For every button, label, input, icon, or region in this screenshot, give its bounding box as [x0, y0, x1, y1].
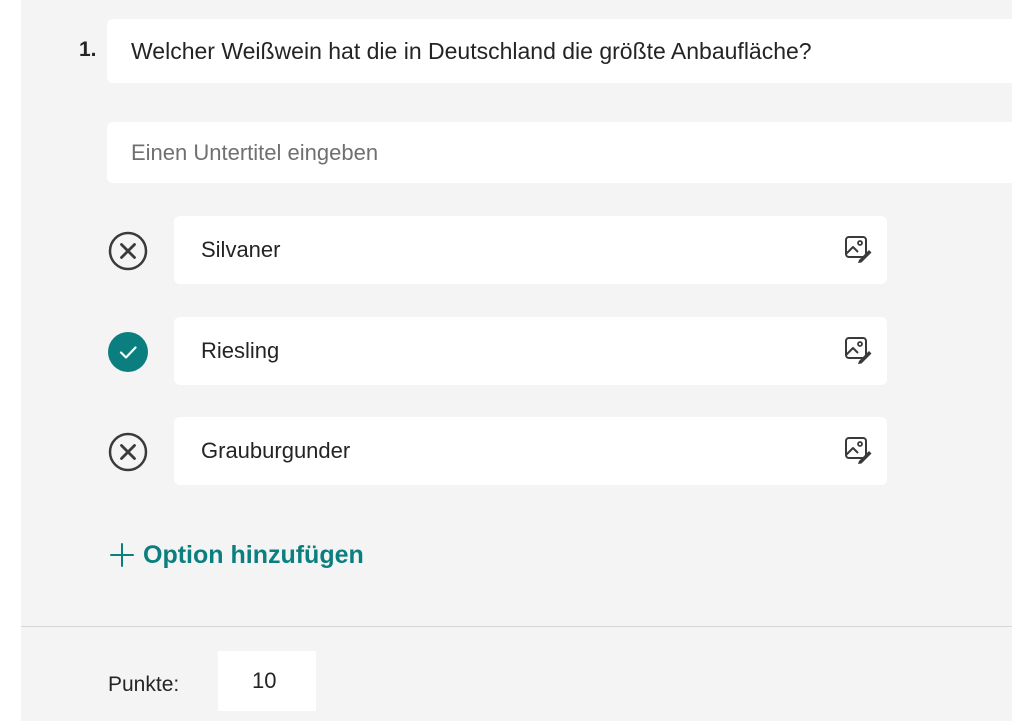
option-row-riesling: Riesling	[107, 317, 887, 385]
add-option-button[interactable]: Option hinzufügen	[109, 533, 364, 577]
option-label: Grauburgunder	[201, 438, 351, 463]
question-title-input[interactable]: Welcher Weißwein hat die in Deutschland …	[107, 19, 1012, 83]
x-circle-icon[interactable]	[107, 431, 149, 473]
subtitle-input[interactable]: Einen Untertitel eingeben	[107, 122, 1012, 183]
question-card: 1. Welcher Weißwein hat die in Deutschla…	[21, 0, 1012, 721]
divider	[21, 626, 1012, 627]
points-input[interactable]: 10	[218, 651, 316, 711]
option-label: Riesling	[201, 338, 280, 363]
x-circle-icon[interactable]	[107, 230, 149, 272]
insert-image-icon[interactable]	[843, 335, 873, 365]
option-input[interactable]: Grauburgunder	[174, 417, 887, 485]
plus-icon	[110, 543, 134, 567]
question-number: 1.	[79, 38, 97, 61]
check-circle-icon[interactable]	[107, 331, 149, 373]
add-option-label: Option hinzufügen	[143, 540, 364, 569]
option-input[interactable]: Silvaner	[174, 216, 887, 284]
option-input[interactable]: Riesling	[174, 317, 887, 385]
points-label: Punkte:	[108, 673, 180, 696]
insert-image-icon[interactable]	[843, 234, 873, 264]
insert-image-icon[interactable]	[843, 435, 873, 465]
option-row-grauburgunder: Grauburgunder	[107, 417, 887, 485]
option-label: Silvaner	[201, 237, 281, 262]
option-row-silvaner: Silvaner	[107, 216, 887, 284]
